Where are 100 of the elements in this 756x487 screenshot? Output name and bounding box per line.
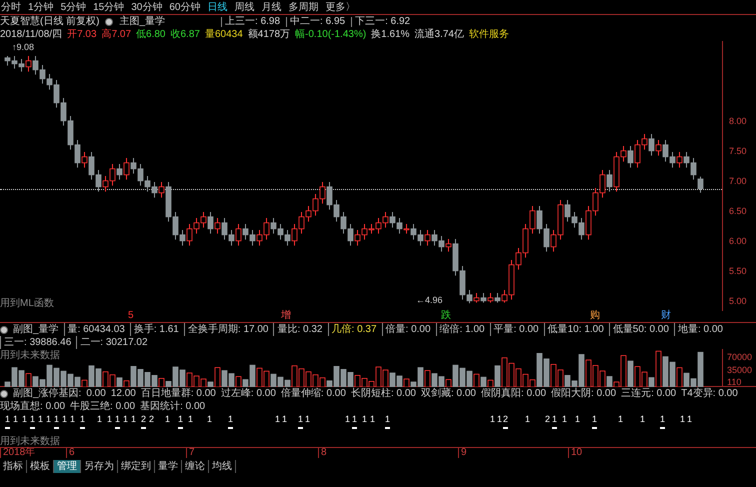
bottom-tab[interactable]: 另存为 <box>81 460 118 472</box>
signal-mark: 1 <box>70 415 76 424</box>
formula-note: 用到ML函数 <box>0 297 54 311</box>
low-price-label: ←4.96 <box>416 296 443 305</box>
indicator-value: T4变异: 0.00 <box>681 387 738 400</box>
bottom-tab[interactable]: 指标 <box>0 460 27 472</box>
signal-mark: 1 <box>131 415 136 424</box>
signal-mark: 2 <box>141 415 146 424</box>
signal-mark: 1 <box>370 415 376 424</box>
event-marker[interactable]: 跌 <box>441 311 451 321</box>
signal-mark: 2 <box>149 415 154 424</box>
period-tab[interactable]: 日线 <box>208 0 228 14</box>
event-marker[interactable]: 财 <box>661 311 671 321</box>
candlestick <box>648 134 654 156</box>
bottom-tab[interactable]: 缠论 <box>182 460 209 472</box>
date-tick-label: 8 <box>318 448 327 458</box>
indicator-name[interactable]: 主图_量学 <box>119 16 166 26</box>
dash-mark <box>141 427 146 429</box>
signal-mark: 1 <box>618 415 624 424</box>
signal-mark: 1 <box>188 415 194 424</box>
dash-mark <box>30 427 35 429</box>
signal-mark: 1 <box>575 415 580 424</box>
candlestick <box>208 212 214 234</box>
indicator-name[interactable]: 副图_涨停基因: <box>13 387 82 400</box>
quote-value: 换1.61% <box>371 30 410 40</box>
dash-mark <box>385 427 390 429</box>
bottom-tab[interactable]: 管理 <box>54 460 81 472</box>
volume-tick-label: 70000 <box>727 353 752 362</box>
dash-mark <box>298 427 303 429</box>
event-marker[interactable]: 购 <box>590 311 600 321</box>
high-price-label: ↑9.08 <box>12 41 34 54</box>
indicator-value: 量: 60434.03 <box>64 323 125 336</box>
signal-mark: 1 <box>178 415 184 424</box>
date-tick-label: 6 <box>66 448 75 458</box>
quote-value: 开7.03 <box>67 30 97 40</box>
signal-mark: 1 <box>298 415 304 424</box>
indicator-value: 三一: 39886.46 <box>0 336 72 349</box>
dash-mark <box>115 427 120 429</box>
indicator-value: 低量50: 0.00 <box>608 323 669 336</box>
indicator-value: 低量10: 1.00 <box>544 323 604 336</box>
signal-mark: 1 <box>80 415 86 424</box>
indicator-value: 假阳大阴: 0.00 <box>551 387 616 400</box>
signal-mark: 1 <box>660 415 666 424</box>
volume-tick-label: 110 <box>727 378 742 387</box>
price-tick-label: 5.00 <box>729 296 747 306</box>
signal-mark: 1 <box>525 415 530 424</box>
signal-mark: 1 <box>680 415 686 424</box>
period-tab[interactable]: 30分钟 <box>131 0 162 14</box>
period-tab[interactable]: 多周期 <box>288 0 318 14</box>
date-tick-label: 10 <box>568 448 582 458</box>
indicator-value: 地量: 0.00 <box>674 323 723 336</box>
indicator-value: 二一: 30217.02 <box>76 336 148 349</box>
bottom-tab[interactable]: 均线 <box>209 460 236 472</box>
indicator-name[interactable]: 副图_量学 <box>13 323 59 336</box>
quote-value: 高7.07 <box>102 30 132 40</box>
period-tab[interactable]: 15分钟 <box>93 0 124 14</box>
dash-mark <box>592 427 597 429</box>
signal-mark: 1 <box>687 415 692 424</box>
candlestick <box>698 176 704 194</box>
candlestick <box>480 292 486 304</box>
period-tab[interactable]: 周线 <box>234 0 254 14</box>
candlestick <box>446 238 452 252</box>
quote-value: 量60434 <box>204 30 243 40</box>
bottom-tab[interactable]: 绑定到 <box>118 460 155 472</box>
candlestick <box>676 152 682 168</box>
signal-mark: 2 <box>545 415 550 424</box>
period-tab[interactable]: 月线 <box>262 0 282 14</box>
quote-value: 收6.87 <box>170 30 200 40</box>
dash-mark <box>552 427 557 429</box>
indicator-value: 几倍: 0.37 <box>328 323 377 336</box>
signal-mark: 1 <box>345 415 350 424</box>
period-tab[interactable]: 更多〉 <box>326 0 356 14</box>
period-tab[interactable]: 60分钟 <box>169 0 200 14</box>
event-marker[interactable]: 5 <box>128 311 134 321</box>
price-tick-label: 6.50 <box>729 206 747 216</box>
indicator-value: 现场直想: 0.00 <box>0 400 66 413</box>
date-tick-label: 9 <box>458 448 467 458</box>
indicator-value: 基因统计: 0.00 <box>140 400 206 413</box>
signal-mark: 1 <box>165 415 170 424</box>
candlestick <box>606 170 612 192</box>
period-tab[interactable]: 分时 <box>1 0 21 14</box>
bottom-tab[interactable]: 量学 <box>155 460 182 472</box>
candlestick <box>116 164 122 180</box>
indicator-value: 双剑藏: 0.00 <box>420 387 476 400</box>
period-tab[interactable]: 1分钟 <box>28 0 54 14</box>
candlestick <box>236 224 242 246</box>
event-marker[interactable]: 增 <box>281 311 291 321</box>
indicator-value: 三连元: 0.00 <box>621 387 676 400</box>
dash-mark <box>660 427 665 429</box>
indicator-value: 全换手周期: 17.00 <box>184 323 268 336</box>
indicator-value: 下三一: 6.92 <box>351 16 410 26</box>
signal-mark: 1 <box>352 415 358 424</box>
candlestick <box>82 152 88 168</box>
period-tab[interactable]: 5分钟 <box>60 0 86 14</box>
signal-mark: 1 <box>54 415 60 424</box>
date-tick-label: 7 <box>186 448 195 458</box>
indicator-value: 牛股三绝: 0.00 <box>70 400 136 413</box>
price-tick-label: 6.00 <box>729 236 747 246</box>
candlestick <box>158 182 164 198</box>
signal-mark: 1 <box>13 415 18 424</box>
